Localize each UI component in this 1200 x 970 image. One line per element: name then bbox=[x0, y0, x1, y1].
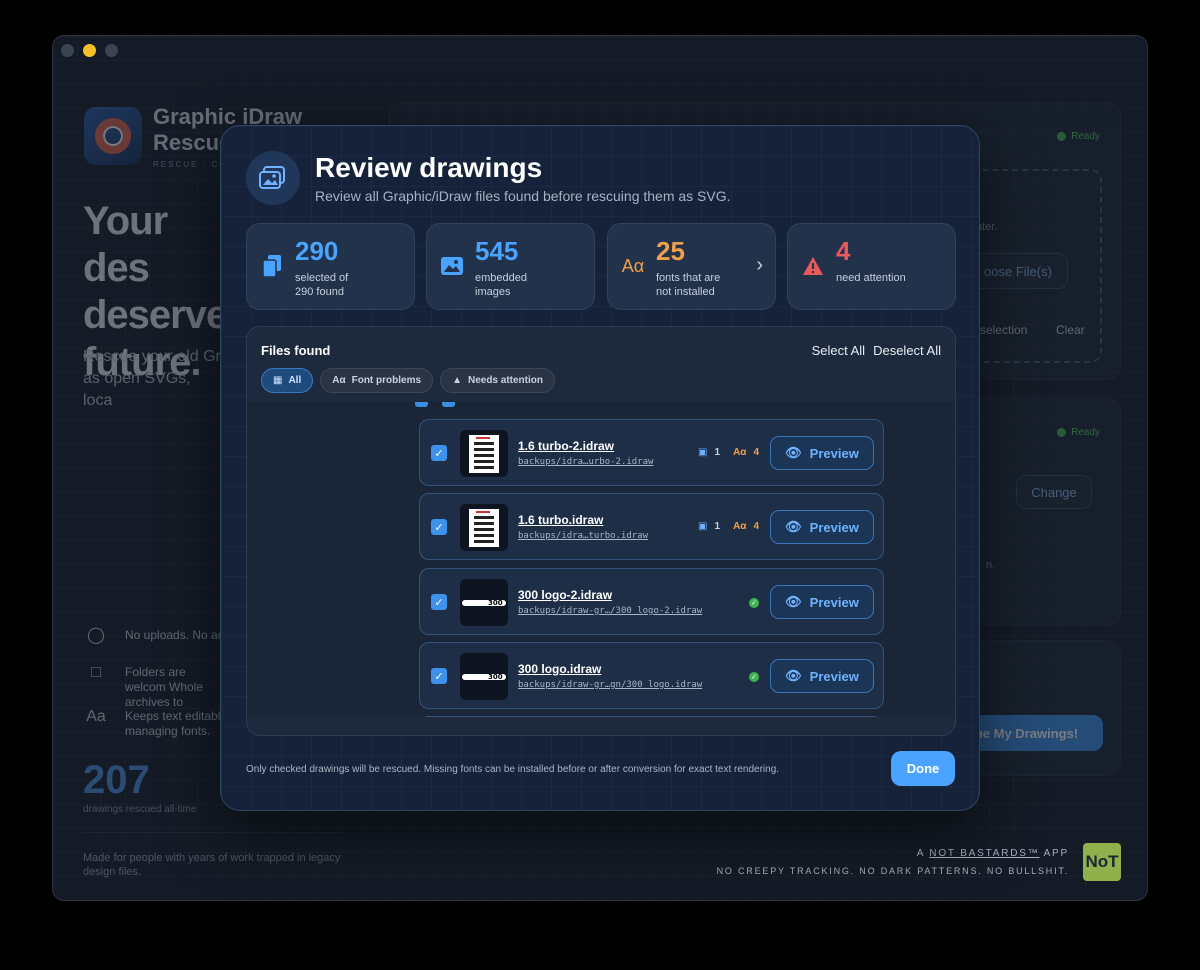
app-icon bbox=[84, 107, 142, 165]
selection-actions: Select All Deselect All bbox=[812, 343, 941, 358]
eye-icon: 👁 bbox=[785, 445, 802, 460]
file-row[interactable] bbox=[419, 716, 884, 717]
image-icon: ▣ bbox=[698, 447, 708, 458]
file-checkbox[interactable]: ✓ bbox=[431, 519, 447, 535]
check-icon bbox=[1057, 428, 1067, 437]
file-path[interactable]: backups/idraw-gr…/300 logo-2.idraw bbox=[518, 606, 702, 616]
output-note: n. bbox=[986, 559, 996, 571]
file-name[interactable]: 300 logo.idraw bbox=[518, 662, 601, 676]
stat-need-attention: 4 need attention bbox=[787, 223, 956, 310]
stat-value: 4 bbox=[836, 236, 851, 266]
eye-icon: 👁 bbox=[785, 668, 802, 683]
files-icon bbox=[260, 254, 284, 278]
file-path[interactable]: backups/idraw-gr…gn/300 logo.idraw bbox=[518, 680, 702, 690]
file-row[interactable]: ✓ 1.6 turbo-2.idraw backups/idra…urbo-2.… bbox=[419, 419, 884, 486]
not-bastards-logo: NoT bbox=[1083, 843, 1121, 881]
dialog-footer-note: Only checked drawings will be rescued. M… bbox=[246, 764, 780, 775]
stat-value: 545 bbox=[475, 236, 519, 266]
files-list[interactable]: ✓ 1.6 turbo-2.idraw backups/idra…urbo-2.… bbox=[247, 402, 955, 717]
check-icon: ✓ bbox=[749, 598, 759, 608]
file-checkbox[interactable]: ✓ bbox=[431, 594, 447, 610]
dialog-title: Review drawings bbox=[315, 152, 543, 183]
file-meta: ▣ 1 Aα 4 bbox=[698, 521, 759, 532]
eye-icon: 👁 bbox=[785, 519, 802, 534]
divider bbox=[83, 832, 345, 833]
svg-text:300: 300 bbox=[488, 673, 503, 681]
file-path[interactable]: backups/idra…turbo.idraw bbox=[518, 531, 648, 541]
group-checkbox[interactable] bbox=[415, 402, 428, 407]
dialog-subtitle: Review all Graphic/iDraw files found bef… bbox=[315, 188, 731, 204]
file-row[interactable]: ✓ 300 300 logo.idraw backups/idraw-gr…gn… bbox=[419, 642, 884, 709]
font-aa-icon: Aα bbox=[733, 447, 747, 458]
preview-button[interactable]: 👁 Preview bbox=[770, 436, 874, 470]
made-for-text: Made for people with years of work trapp… bbox=[83, 852, 341, 878]
eye-icon: 👁 bbox=[785, 594, 802, 609]
image-icon bbox=[440, 254, 464, 278]
footer-brand: A NOT BASTARDS™ APP bbox=[916, 848, 1069, 859]
stat-value: 25 bbox=[656, 236, 685, 266]
stat-label: selected of 290 found bbox=[295, 272, 349, 298]
stat-value: 290 bbox=[295, 236, 339, 266]
drawing-thumbnail bbox=[460, 430, 508, 477]
review-drawings-dialog: Review drawings Review all Graphic/iDraw… bbox=[220, 125, 980, 811]
status-badge: Ready bbox=[1057, 427, 1100, 438]
files-found-header: Files found bbox=[261, 343, 331, 358]
status-badge: Ready bbox=[1057, 131, 1100, 142]
font-aa-icon: Aa bbox=[86, 708, 106, 725]
check-icon: ✓ bbox=[749, 672, 759, 682]
file-name[interactable]: 1.6 turbo-2.idraw bbox=[518, 439, 614, 453]
filter-needs-attention[interactable]: ▲ Needs attention bbox=[440, 368, 555, 393]
choose-files-button[interactable]: oose File(s) bbox=[968, 253, 1068, 289]
stat-label: embedded images bbox=[475, 272, 527, 298]
files-found-section: Files found Select All Deselect All ▦ All… bbox=[246, 326, 956, 736]
font-aa-icon: Aα bbox=[733, 521, 747, 532]
drawing-thumbnail: 300 bbox=[460, 653, 508, 700]
group-header bbox=[415, 402, 455, 407]
shield-lock-icon: ◯ bbox=[87, 627, 105, 644]
drawing-thumbnail bbox=[460, 504, 508, 551]
font-aa-icon: Aα bbox=[621, 255, 645, 276]
change-button[interactable]: Change bbox=[1016, 475, 1092, 509]
image-icon: ▣ bbox=[698, 521, 708, 532]
preview-button[interactable]: 👁 Preview bbox=[770, 585, 874, 619]
file-row[interactable]: ✓ 300 300 logo-2.idraw backups/idraw-gr…… bbox=[419, 568, 884, 635]
file-path[interactable]: backups/idra…urbo-2.idraw bbox=[518, 457, 653, 467]
folder-icon: □ bbox=[91, 664, 101, 681]
stat-label: fonts that are not installed bbox=[656, 272, 721, 298]
chevron-right-icon: › bbox=[756, 254, 763, 276]
svg-text:300: 300 bbox=[488, 599, 503, 607]
done-button[interactable]: Done bbox=[891, 751, 955, 786]
clear-link[interactable]: Clear bbox=[1056, 323, 1085, 337]
stat-selected: 290 selected of 290 found bbox=[246, 223, 415, 310]
filter-chips: ▦ All Aα Font problems ▲ Needs attention bbox=[261, 368, 555, 393]
stat-missing-fonts[interactable]: Aα 25 fonts that are not installed › bbox=[607, 223, 776, 310]
hero-subtitle: Rescue your old Gr as open SVGs, loca bbox=[83, 348, 221, 409]
not-bastards-link[interactable]: NOT BASTARDS™ bbox=[929, 848, 1039, 859]
rescued-counter-label: drawings rescued all-time bbox=[83, 804, 197, 815]
check-icon bbox=[1057, 132, 1067, 141]
warning-icon bbox=[801, 254, 825, 278]
warning-icon: ▲ bbox=[452, 375, 462, 386]
file-checkbox[interactable]: ✓ bbox=[431, 668, 447, 684]
file-name[interactable]: 1.6 turbo.idraw bbox=[518, 513, 603, 527]
filter-all[interactable]: ▦ All bbox=[261, 368, 314, 393]
file-name[interactable]: 300 logo-2.idraw bbox=[518, 588, 612, 602]
preview-button[interactable]: 👁 Preview bbox=[770, 659, 874, 693]
images-icon bbox=[246, 151, 300, 205]
stat-label: need attention bbox=[836, 272, 906, 284]
drawing-thumbnail: 300 bbox=[460, 579, 508, 626]
rescued-counter: 207 bbox=[83, 758, 150, 802]
stat-embedded-images: 545 embedded images bbox=[426, 223, 595, 310]
file-row[interactable]: ✓ 1.6 turbo.idraw backups/idra…turbo.idr… bbox=[419, 493, 884, 560]
file-meta: ▣ 1 Aα 4 bbox=[698, 447, 759, 458]
footer-tagline: NO CREEPY TRACKING. NO DARK PATTERNS. NO… bbox=[716, 866, 1069, 876]
font-aa-icon: Aα bbox=[332, 375, 346, 386]
select-all-button[interactable]: Select All bbox=[812, 343, 865, 358]
deselect-all-button[interactable]: Deselect All bbox=[873, 343, 941, 358]
folder-icon bbox=[442, 402, 455, 407]
filter-font-problems[interactable]: Aα Font problems bbox=[320, 368, 434, 393]
grid-icon: ▦ bbox=[273, 375, 283, 386]
file-checkbox[interactable]: ✓ bbox=[431, 445, 447, 461]
preview-button[interactable]: 👁 Preview bbox=[770, 510, 874, 544]
